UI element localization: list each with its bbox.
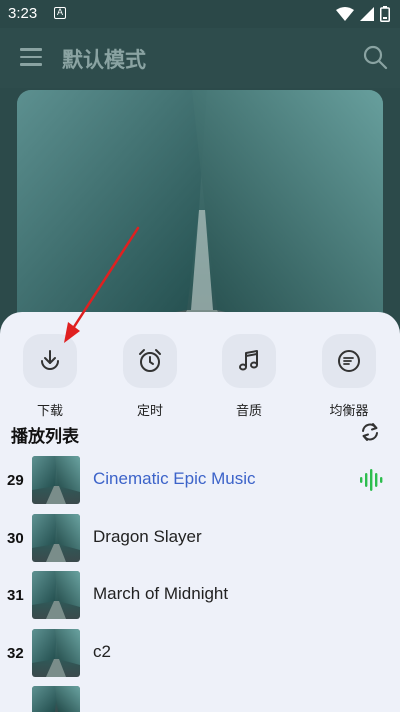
battery-icon — [380, 6, 390, 22]
track-number: 30 — [7, 530, 24, 547]
equalizer-icon — [338, 350, 360, 372]
status-time: 3:23 — [8, 5, 38, 22]
quality-label: 音质 — [235, 404, 262, 419]
download-action[interactable]: 下载 — [10, 334, 90, 419]
quality-button[interactable] — [222, 334, 276, 388]
download-icon — [41, 350, 59, 370]
status-icons — [336, 5, 390, 23]
track-row[interactable]: 29 Cinematic Epic Music — [0, 456, 400, 508]
track-number: 29 — [7, 472, 24, 489]
menu-icon[interactable] — [20, 48, 42, 66]
track-row[interactable]: 30 Dragon Slayer — [0, 514, 400, 566]
timer-label: 定时 — [136, 404, 163, 419]
playlist-title: 播放列表 — [11, 427, 79, 447]
track-row[interactable]: 32 c2 — [0, 629, 400, 681]
download-label: 下载 — [36, 404, 63, 419]
equalizer-action[interactable]: 均衡器 — [309, 334, 389, 419]
track-thumbnail — [32, 571, 80, 619]
track-title: March of Midnight — [93, 584, 229, 603]
wifi-icon — [336, 7, 354, 21]
alarm-clock-icon — [139, 349, 161, 372]
track-thumbnail — [32, 514, 80, 562]
status-bar: 3:23 A — [0, 0, 400, 28]
track-title: Cinematic Epic Music — [93, 469, 256, 488]
track-number: 32 — [7, 645, 24, 662]
now-playing-icon — [360, 469, 383, 491]
quality-action[interactable]: 音质 — [209, 334, 289, 419]
timer-action[interactable]: 定时 — [110, 334, 190, 419]
search-icon[interactable] — [362, 44, 388, 70]
track-title: c2 — [93, 642, 111, 661]
download-button[interactable] — [23, 334, 77, 388]
repeat-icon[interactable] — [358, 420, 382, 444]
bottom-sheet: 下载 定时 音质 均衡器 播放列表 29 Cinematic Epic Musi… — [0, 312, 400, 712]
app-bar: 默认模式 — [0, 28, 400, 88]
notification-app-icon: A — [54, 7, 66, 19]
signal-icon — [360, 7, 374, 21]
track-thumbnail-partial — [32, 686, 80, 712]
page-title: 默认模式 — [62, 48, 146, 72]
music-note-icon — [239, 350, 258, 371]
track-title: Dragon Slayer — [93, 527, 202, 546]
track-thumbnail — [32, 456, 80, 504]
equalizer-button[interactable] — [322, 334, 376, 388]
timer-button[interactable] — [123, 334, 177, 388]
track-row[interactable]: 31 March of Midnight — [0, 571, 400, 623]
track-number: 31 — [7, 587, 24, 604]
equalizer-label: 均衡器 — [329, 404, 369, 419]
track-thumbnail — [32, 629, 80, 677]
